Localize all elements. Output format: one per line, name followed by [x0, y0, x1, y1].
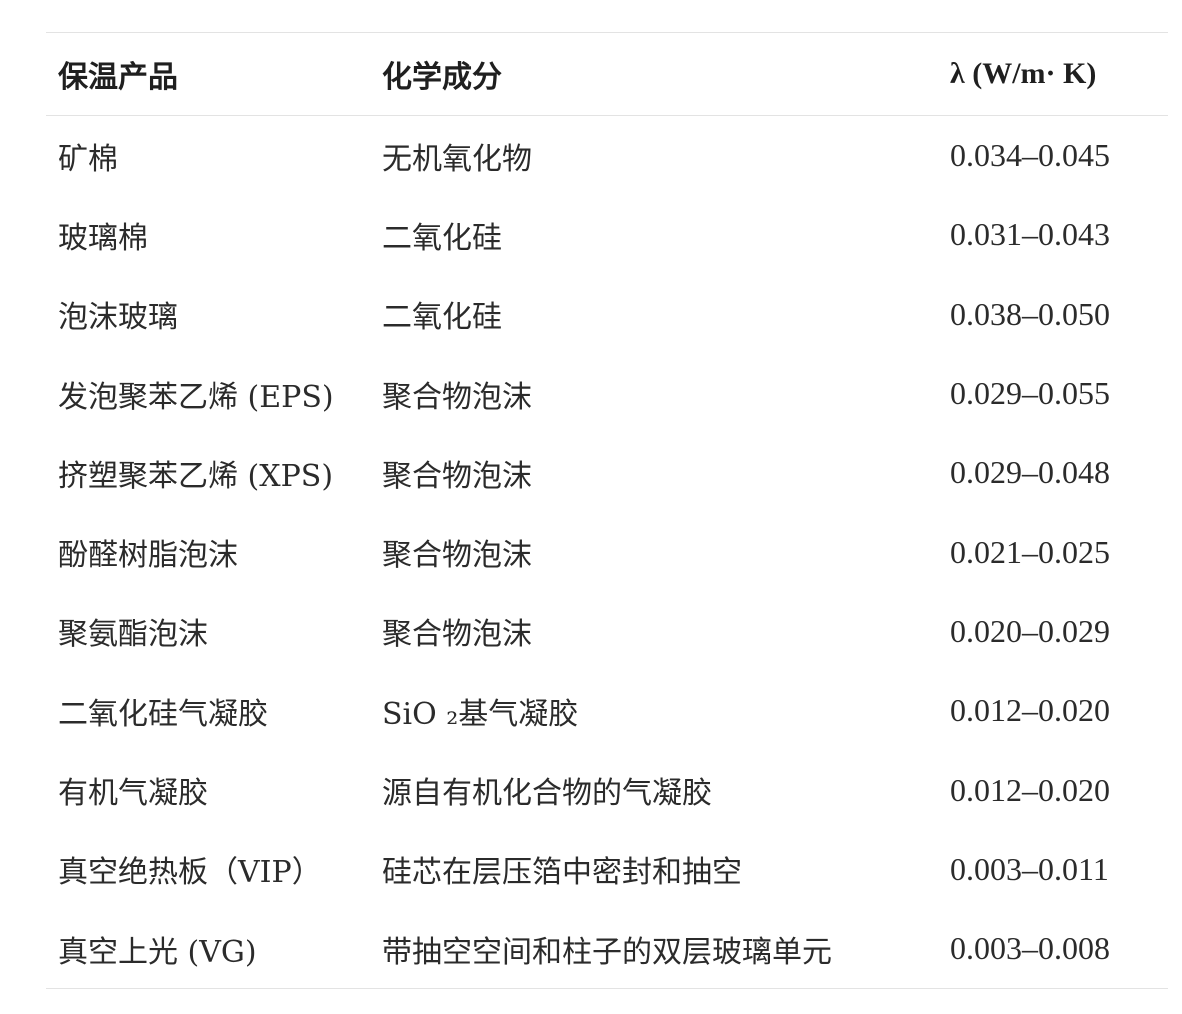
cell-composition: 源自有机化合物的气凝胶 — [382, 776, 712, 812]
cell-lambda: 0.020–0.029 — [950, 612, 1110, 649]
cell-lambda: 0.021–0.025 — [950, 533, 1110, 570]
cell-lambda: 0.003–0.011 — [950, 850, 1109, 887]
table-row: 真空绝热板（VIP） 硅芯在层压箔中密封和抽空 0.003–0.011 — [46, 830, 1168, 909]
cell-product: 挤塑聚苯乙烯 (XPS) — [58, 458, 334, 494]
table-row: 玻璃棉 二氧化硅 0.031–0.043 — [46, 195, 1168, 274]
table-row: 发泡聚苯乙烯 (EPS) 聚合物泡沫 0.029–0.055 — [46, 354, 1168, 433]
cell-product: 真空绝热板（VIP） — [58, 855, 322, 891]
cell-product: 酚醛树脂泡沫 — [58, 538, 238, 574]
table-body: 矿棉 无机氧化物 0.034–0.045 玻璃棉 二氧化硅 0.031–0.04… — [46, 116, 1168, 988]
table-row: 二氧化硅气凝胶 SiO ₂基气凝胶 0.012–0.020 — [46, 671, 1168, 750]
table-header-row: 保温产品 化学成分 λ (W/m· K) — [46, 33, 1168, 116]
cell-composition: 二氧化硅 — [382, 220, 502, 256]
table-row: 聚氨酯泡沫 聚合物泡沫 0.020–0.029 — [46, 592, 1168, 671]
header-composition: 化学成分 — [382, 60, 502, 95]
table-row: 真空上光 (VG) 带抽空空间和柱子的双层玻璃单元 0.003–0.008 — [46, 909, 1168, 988]
cell-lambda: 0.038–0.050 — [950, 295, 1110, 332]
table-row: 矿棉 无机氧化物 0.034–0.045 — [46, 116, 1168, 195]
table-row: 有机气凝胶 源自有机化合物的气凝胶 0.012–0.020 — [46, 750, 1168, 829]
cell-product: 玻璃棉 — [58, 220, 148, 256]
insulation-table: 保温产品 化学成分 λ (W/m· K) 矿棉 无机氧化物 0.034–0.04… — [46, 32, 1168, 990]
cell-product: 聚氨酯泡沫 — [58, 617, 208, 653]
cell-lambda: 0.012–0.020 — [950, 692, 1110, 729]
table-row: 酚醛树脂泡沫 聚合物泡沫 0.021–0.025 — [46, 512, 1168, 591]
cell-product: 泡沫玻璃 — [58, 300, 178, 336]
cell-lambda: 0.034–0.045 — [950, 137, 1110, 174]
cell-composition: 无机氧化物 — [382, 141, 532, 177]
header-lambda: λ (W/m· K) — [950, 57, 1097, 90]
cell-lambda: 0.029–0.055 — [950, 375, 1110, 412]
cell-composition: 聚合物泡沫 — [382, 379, 532, 415]
cell-composition: 聚合物泡沫 — [382, 538, 532, 574]
cell-composition: 二氧化硅 — [382, 300, 502, 336]
cell-product: 真空上光 (VG) — [58, 934, 257, 970]
cell-composition: 硅芯在层压箔中密封和抽空 — [382, 855, 742, 891]
cell-lambda: 0.012–0.020 — [950, 771, 1110, 808]
cell-lambda: 0.031–0.043 — [950, 216, 1110, 253]
header-product: 保温产品 — [58, 60, 178, 95]
cell-product: 发泡聚苯乙烯 (EPS) — [58, 379, 334, 415]
cell-composition: SiO ₂基气凝胶 — [382, 696, 579, 732]
cell-composition: 聚合物泡沫 — [382, 458, 532, 494]
table-row: 泡沫玻璃 二氧化硅 0.038–0.050 — [46, 275, 1168, 354]
cell-lambda: 0.003–0.008 — [950, 930, 1110, 967]
cell-composition: 聚合物泡沫 — [382, 617, 532, 653]
cell-product: 矿棉 — [58, 141, 118, 177]
table-row: 挤塑聚苯乙烯 (XPS) 聚合物泡沫 0.029–0.048 — [46, 433, 1168, 512]
cell-lambda: 0.029–0.048 — [950, 454, 1110, 491]
cell-composition: 带抽空空间和柱子的双层玻璃单元 — [382, 934, 832, 970]
cell-product: 二氧化硅气凝胶 — [58, 696, 268, 732]
cell-product: 有机气凝胶 — [58, 776, 208, 812]
